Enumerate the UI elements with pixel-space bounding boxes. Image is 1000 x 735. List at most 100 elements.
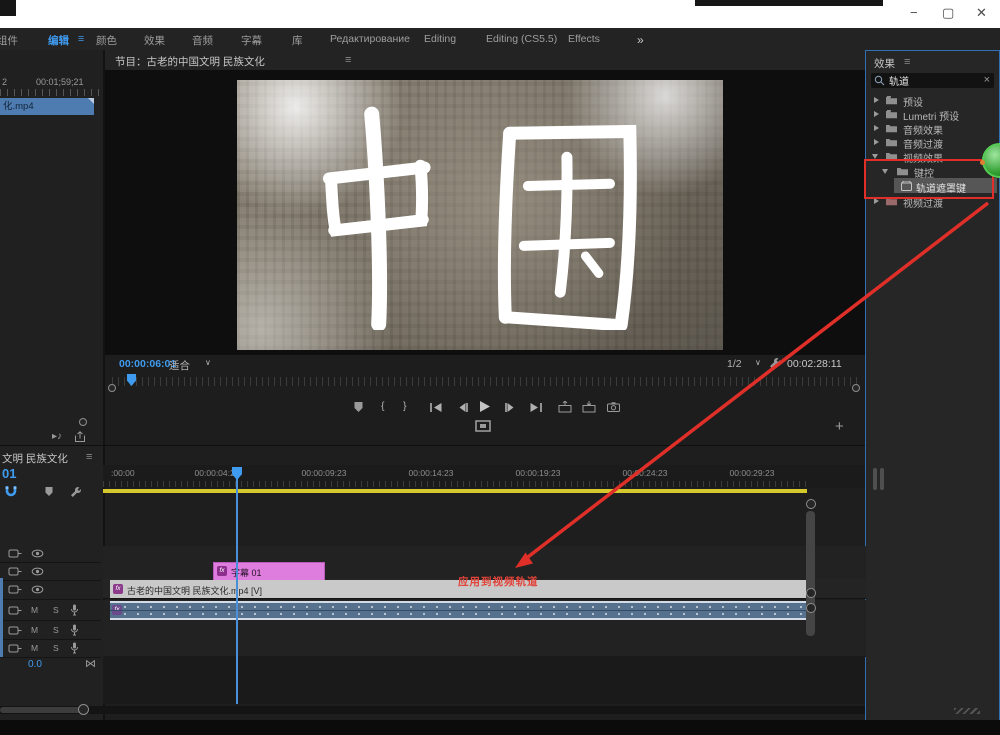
timeline-tab[interactable]: 文明 民族文化 [2,451,68,466]
track-output-eye-icon[interactable] [31,585,44,594]
program-tab[interactable]: 节目：古老的中国文明 民族文化 [115,54,265,69]
workspace-tab-audio[interactable]: 音频 [192,33,213,48]
effects-panel-menu-icon[interactable]: ≡ [904,56,910,68]
resolution-dropdown[interactable]: 1/2 [727,358,742,370]
track-output-eye-icon[interactable] [31,567,44,576]
settings-wrench-icon[interactable] [769,357,781,369]
preview-play-icon[interactable]: ▸♪ [52,431,62,442]
workspace-tab-effects-en[interactable]: Effects [568,33,600,45]
workspace-tab-color[interactable]: 颜色 [96,33,117,48]
mute-button[interactable]: M [31,643,38,653]
workspace-tab-components[interactable]: 组件 [0,33,18,48]
solo-button[interactable]: S [53,625,59,635]
subtitle-clip[interactable]: fx 字幕 01 [213,562,325,581]
mic-icon[interactable] [70,642,79,654]
work-area-bar[interactable] [103,489,807,493]
track-lane-v3[interactable] [103,546,866,563]
program-tabbar: 节目：古老的中国文明 民族文化 ≡ [105,50,868,70]
panel-resize-grip[interactable] [954,708,980,714]
program-panel-menu-icon[interactable]: ≡ [345,54,351,66]
export-icon[interactable] [74,431,86,443]
timeline-hscroll-track[interactable] [0,706,865,714]
export-frame-icon[interactable] [607,402,620,412]
workspace-tab-edit-menu-icon[interactable]: ≡ [78,33,84,45]
go-to-out-icon[interactable] [529,402,543,413]
timeline-panel-menu-icon[interactable]: ≡ [86,451,92,463]
lift-icon[interactable] [558,401,572,413]
timeline-hscroll-thumb[interactable] [0,707,84,713]
timeline-wrench-icon[interactable] [70,486,82,498]
track-toggle-icon[interactable] [8,644,22,653]
effects-search-input[interactable] [889,73,977,88]
workspace-tab-effects[interactable]: 效果 [144,33,165,48]
track-header-a1: M S [0,601,101,621]
audio-clip[interactable]: fx [110,601,807,620]
project-selected-clip[interactable]: 化.mp4 [0,98,94,115]
program-monitor-panel: 节目：古老的中国文明 民族文化 ≡ [103,50,868,445]
step-back-icon[interactable] [457,402,469,413]
mute-button[interactable]: M [31,625,38,635]
solo-button[interactable]: S [53,605,59,615]
track-toggle-icon[interactable] [8,549,22,558]
mark-in-icon[interactable]: { [381,400,385,412]
timeline-hscroll-handle[interactable] [78,704,89,715]
snap-icon[interactable] [4,485,18,497]
panel-grip[interactable] [880,468,884,490]
safe-margins-icon[interactable] [475,420,491,432]
go-to-in-icon[interactable] [429,402,443,413]
maximize-button[interactable]: ▢ [942,6,954,19]
track-header-a2: M S [0,621,101,640]
track-toggle-icon[interactable] [8,606,22,615]
fit-dropdown-chevron-icon[interactable]: ∨ [205,358,211,367]
clip-end-handle[interactable] [806,588,816,598]
workspace-tab-editing-cs55[interactable]: Editing (CS5.5) [486,33,557,45]
workspace-tab-editing[interactable]: Editing [424,33,456,45]
program-scrubber[interactable] [112,377,860,386]
clip-end-handle[interactable] [806,603,816,613]
tree-row-audio-effects[interactable]: 音频效果 [866,121,999,135]
mute-button[interactable]: M [31,605,38,615]
mic-icon[interactable] [70,604,79,616]
track-toggle-icon[interactable] [8,567,22,576]
solo-button[interactable]: S [53,643,59,653]
timeline-vscrollbar[interactable] [806,511,815,636]
step-forward-icon[interactable] [504,402,516,413]
tree-row-audio-transitions[interactable]: 音频过渡 [866,135,999,149]
mark-out-icon[interactable]: } [403,400,407,412]
extract-icon[interactable] [582,401,596,413]
track-lane-a3[interactable] [103,638,866,657]
effects-search-box[interactable]: × [871,73,994,88]
button-editor-plus-icon[interactable]: + [835,418,844,435]
scrubber-left-dot[interactable] [108,384,116,392]
close-button[interactable]: ✕ [976,6,987,19]
workspace-tab-library[interactable]: 库 [292,33,303,48]
workspace-tab-captions[interactable]: 字幕 [241,33,262,48]
bottom-bar [0,720,1000,735]
timeline-ruler[interactable]: :00:00 00:00:04:23 00:00:09:23 00:00:14:… [103,465,865,488]
tree-row-presets[interactable]: 预设 [866,93,999,107]
workspace-overflow-icon[interactable]: » [637,33,644,47]
workspace-tab-editing-ru[interactable]: Редактирование [330,33,410,45]
track-lane-a2[interactable] [103,620,866,639]
tree-row-lumetri-presets[interactable]: Lumetri 预设 [866,107,999,121]
track-toggle-icon[interactable] [8,585,22,594]
scrubber-right-dot[interactable] [852,384,860,392]
project-scroll-dot[interactable] [79,418,87,426]
play-button-icon[interactable] [478,400,491,413]
fit-dropdown[interactable]: 适合 [169,358,190,373]
collapse-tracks-icon[interactable]: ⋈ [85,657,96,670]
timeline-vscroll-top-handle[interactable] [806,499,816,509]
workspace-tab-edit[interactable]: 编辑 [48,33,69,48]
track-output-eye-icon[interactable] [31,549,44,558]
minimize-button[interactable]: − [910,6,918,19]
track-toggle-icon[interactable] [8,626,22,635]
search-clear-icon[interactable]: × [984,74,990,86]
mic-icon[interactable] [70,624,79,636]
fx-badge: fx [113,584,123,594]
playhead-line[interactable] [236,467,238,704]
panel-grip[interactable] [873,468,877,490]
add-marker-icon[interactable] [353,401,364,413]
resolution-chevron-icon[interactable]: ∨ [755,358,761,367]
timeline-marker-icon[interactable] [44,486,54,497]
effects-tab[interactable]: 效果 [874,56,895,71]
